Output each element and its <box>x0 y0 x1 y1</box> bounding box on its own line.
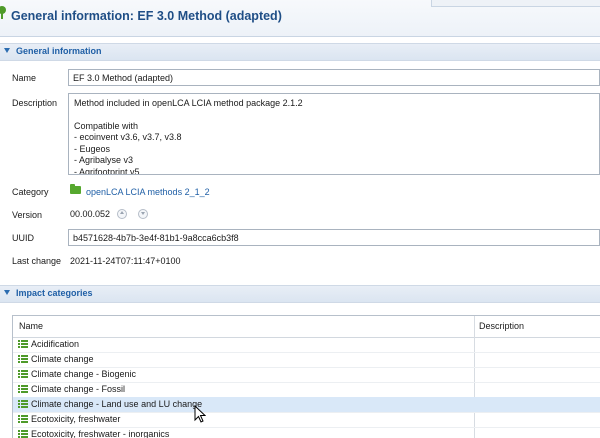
version-up-icon[interactable] <box>117 209 127 219</box>
header-tab-edge <box>431 0 600 7</box>
description-label: Description <box>12 98 58 108</box>
impact-categories-table[interactable]: Name Description Acidification Climate c… <box>12 315 600 438</box>
name-value: EF 3.0 Method (adapted) <box>73 73 174 83</box>
table-row[interactable]: Ecotoxicity, freshwater <box>13 412 600 428</box>
version-label: Version <box>12 210 43 220</box>
table-row[interactable]: Climate change - Fossil <box>13 382 600 398</box>
row-name: Ecotoxicity, freshwater - inorganics <box>31 429 170 438</box>
table-row[interactable]: Ecotoxicity, freshwater - inorganics <box>13 427 600 438</box>
row-name: Acidification <box>31 339 80 349</box>
description-field[interactable]: Method included in openLCA LCIA method p… <box>68 93 600 175</box>
column-header-name[interactable]: Name <box>19 321 43 331</box>
table-row-selected[interactable]: Climate change - Land use and LU change <box>13 397 600 413</box>
editor-header: General information: EF 3.0 Method (adap… <box>0 0 600 37</box>
table-row[interactable]: Climate change - Biogenic <box>13 367 600 383</box>
impact-category-list-icon <box>18 430 28 438</box>
row-name: Climate change - Biogenic <box>31 369 137 379</box>
impact-category-list-icon <box>18 415 28 424</box>
section-general-information[interactable]: General information <box>0 43 600 61</box>
impact-category-list-icon <box>18 400 28 409</box>
name-field[interactable]: EF 3.0 Method (adapted) <box>68 69 600 86</box>
section-title: Impact categories <box>16 288 93 298</box>
description-line: - Agribalyse v3 <box>74 155 134 165</box>
description-line: - ecoinvent v3.6, v3.7, v3.8 <box>74 132 182 142</box>
row-name: Climate change - Land use and LU change <box>31 399 203 409</box>
description-line: - Eugeos <box>74 144 111 154</box>
page-title: General information: EF 3.0 Method (adap… <box>11 9 282 23</box>
openlca-method-icon <box>0 6 6 19</box>
last-change-label: Last change <box>12 256 62 266</box>
uuid-label: UUID <box>12 233 34 243</box>
table-row[interactable]: Climate change <box>13 352 600 368</box>
category-link[interactable]: openLCA LCIA methods 2_1_2 <box>86 187 210 197</box>
expand-triangle-icon[interactable] <box>4 290 10 295</box>
description-line: - Agrifootprint v5 <box>74 167 140 175</box>
table-header: Name Description <box>13 316 600 338</box>
version-value: 00.00.052 <box>70 209 111 219</box>
last-change-value: 2021-11-24T07:11:47+0100 <box>70 256 181 266</box>
impact-category-list-icon <box>18 385 28 394</box>
row-name: Ecotoxicity, freshwater <box>31 414 121 424</box>
section-impact-categories[interactable]: Impact categories <box>0 285 600 303</box>
expand-triangle-icon[interactable] <box>4 48 10 53</box>
row-name: Climate change <box>31 354 94 364</box>
category-label: Category <box>12 187 49 197</box>
uuid-value: b4571628-4b7b-3e4f-81b1-9a8cca6cb3f8 <box>73 233 239 243</box>
description-line: Method included in openLCA LCIA method p… <box>74 98 303 108</box>
folder-icon <box>70 184 81 194</box>
description-line: Compatible with <box>74 121 139 131</box>
table-row[interactable]: Acidification <box>13 337 600 353</box>
name-label: Name <box>12 73 37 83</box>
section-title: General information <box>16 46 102 56</box>
row-name: Climate change - Fossil <box>31 384 126 394</box>
uuid-field[interactable]: b4571628-4b7b-3e4f-81b1-9a8cca6cb3f8 <box>68 229 600 246</box>
mouse-pointer-icon <box>194 405 206 423</box>
version-down-icon[interactable] <box>138 209 148 219</box>
impact-category-list-icon <box>18 340 28 349</box>
impact-category-list-icon <box>18 355 28 364</box>
impact-category-list-icon <box>18 370 28 379</box>
column-header-description[interactable]: Description <box>479 321 524 331</box>
